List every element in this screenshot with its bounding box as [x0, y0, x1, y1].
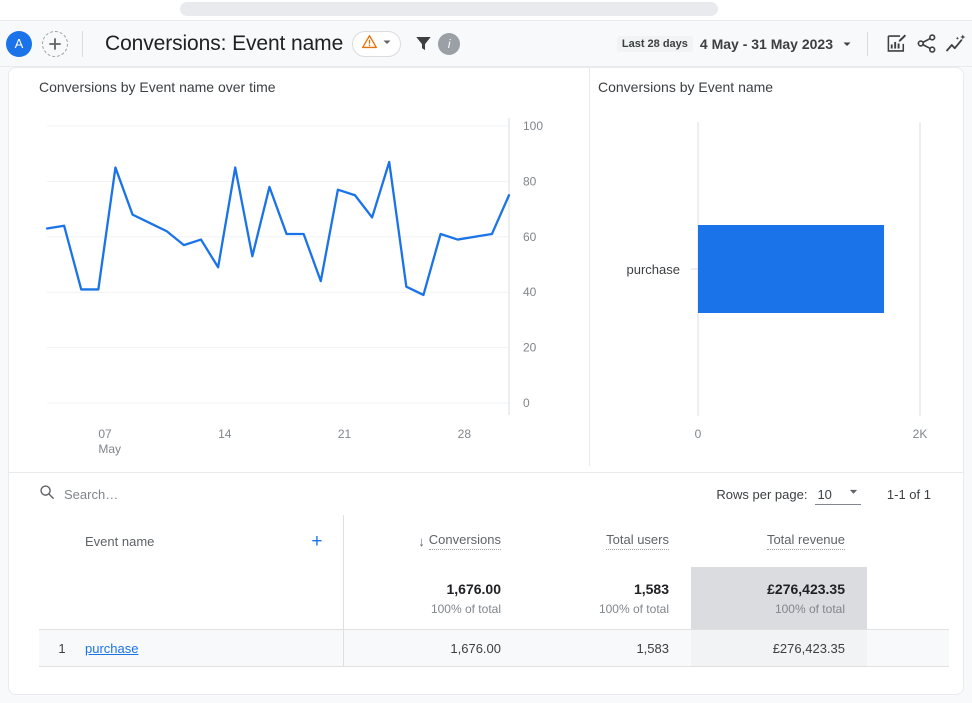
row-dimension-link[interactable]: purchase — [85, 641, 138, 656]
totals-row: 1,676.00 100% of total 1,583 100% of tot… — [39, 567, 949, 630]
rows-per-page-select[interactable]: 10 — [815, 484, 861, 505]
bar-chart-panel: Conversions by Event name purchase 0 2K — [589, 68, 964, 466]
bar-chart-plot[interactable]: purchase 0 2K — [590, 98, 964, 458]
dimension-header-label: Event name — [85, 533, 155, 549]
totals-padding-cell — [867, 567, 949, 630]
user-initial-badge[interactable]: i — [438, 32, 461, 55]
line-chart-plot[interactable]: 0 20 40 60 80 100 07May 14 21 28 — [9, 98, 589, 458]
report-header: A Conversions: Event name i Last 28 days… — [0, 21, 972, 67]
table-body: 1,676.00 100% of total 1,583 100% of tot… — [39, 567, 949, 667]
x-tick-label: 2K — [913, 427, 928, 441]
row-rank: 1 — [58, 640, 66, 656]
search-box[interactable] — [39, 484, 284, 505]
totals-rank-cell — [39, 567, 85, 630]
y-tick-label: 0 — [523, 396, 530, 410]
date-range-text[interactable]: 4 May - 31 May 2023 — [700, 36, 833, 52]
avatar[interactable]: A — [6, 30, 32, 57]
totals-value: 1,676.00 — [446, 580, 502, 597]
row-metric-value: 1,583 — [636, 640, 669, 656]
rank-header — [39, 515, 85, 567]
header-divider-right — [867, 31, 868, 56]
date-range-badge: Last 28 days — [616, 35, 693, 52]
user-initial-badge-letter: i — [447, 36, 451, 51]
row-dimension-cell[interactable]: purchase — [85, 629, 344, 667]
row-rank-cell: 1 — [39, 629, 85, 667]
x-tick-sublabel: May — [98, 442, 121, 456]
row-total-revenue-cell: £276,423.35 — [691, 629, 867, 667]
report-data-table: Event name + ↓ Conversions Total users T… — [39, 515, 949, 667]
totals-value: 1,583 — [633, 580, 669, 597]
partial-search-bar-above[interactable] — [180, 2, 718, 16]
metric-header-conversions[interactable]: ↓ Conversions — [343, 515, 523, 567]
dimension-header-cell[interactable]: Event name + — [85, 515, 344, 567]
line-series-purchase[interactable] — [45, 160, 511, 297]
data-warning-chip[interactable] — [352, 30, 402, 57]
totals-conversions-cell: 1,676.00 100% of total — [343, 567, 523, 630]
edit-chart-icon[interactable] — [882, 30, 910, 58]
y-tick-label: 100 — [523, 119, 543, 133]
sort-descending-icon[interactable]: ↓ — [418, 534, 425, 549]
bar-purchase[interactable] — [698, 225, 885, 313]
y-tick-label: 20 — [523, 341, 537, 355]
chevron-down-icon[interactable] — [841, 38, 853, 50]
x-tick-label: 28 — [458, 427, 472, 441]
plus-circle-icon[interactable] — [42, 30, 68, 57]
insights-sparkline-icon[interactable] — [942, 30, 970, 58]
search-input[interactable] — [64, 486, 284, 502]
warning-triangle-icon — [361, 33, 378, 55]
x-tick-label: 0 — [695, 427, 702, 441]
line-chart-title: Conversions by Event name over time — [39, 79, 276, 95]
metric-header-label[interactable]: Conversions — [428, 532, 501, 550]
page-title: Conversions: Event name — [105, 31, 344, 55]
search-icon — [39, 484, 55, 505]
totals-subtext: 100% of total — [598, 601, 669, 616]
row-metric-value: £276,423.35 — [772, 640, 845, 656]
share-icon[interactable] — [912, 30, 940, 58]
chevron-down-icon — [381, 35, 393, 53]
row-padding-cell — [867, 629, 949, 667]
totals-total-users-cell: 1,583 100% of total — [523, 567, 691, 630]
line-chart-panel: Conversions by Event name over time 0 20 4… — [9, 68, 589, 466]
table-head: Event name + ↓ Conversions Total users T… — [39, 515, 949, 567]
header-padding-cell — [867, 515, 949, 567]
y-tick-label: 60 — [523, 230, 537, 244]
totals-total-revenue-cell: £276,423.35 100% of total — [691, 567, 867, 630]
pagination-range: 1-1 of 1 — [886, 486, 931, 502]
metric-header-label[interactable]: Total users — [606, 532, 669, 550]
y-tick-label: 40 — [523, 285, 537, 299]
caret-down-icon — [848, 484, 859, 502]
metric-header-label[interactable]: Total revenue — [766, 532, 845, 550]
row-conversions-cell: 1,676.00 — [343, 629, 523, 667]
totals-dimension-cell — [85, 567, 344, 630]
charts-row: Conversions by Event name over time 0 20 4… — [9, 68, 964, 466]
totals-subtext: 100% of total — [774, 601, 845, 616]
bar-chart-title: Conversions by Event name — [598, 79, 774, 95]
report-card: Conversions by Event name over time 0 20 4… — [8, 67, 964, 695]
x-tick-label: 07 — [98, 427, 112, 441]
x-tick-label: 14 — [218, 427, 232, 441]
rows-per-page-value: 10 — [817, 486, 832, 502]
rows-per-page-label: Rows per page: — [716, 486, 808, 502]
top-partial-strip — [0, 0, 972, 21]
header-divider-left — [82, 30, 83, 57]
totals-subtext: 100% of total — [430, 601, 501, 616]
x-tick-label: 21 — [338, 427, 352, 441]
table-row[interactable]: 1 purchase 1,676.00 1,583 £276,423.35 — [39, 629, 949, 667]
bar-category-label: purchase — [627, 262, 680, 277]
totals-value: £276,423.35 — [767, 580, 845, 597]
metric-header-total-revenue[interactable]: Total revenue — [691, 515, 867, 567]
metric-header-total-users[interactable]: Total users — [523, 515, 691, 567]
plus-icon[interactable]: + — [309, 532, 324, 551]
row-metric-value: 1,676.00 — [450, 640, 501, 656]
table-header-row: Event name + ↓ Conversions Total users T… — [39, 515, 949, 567]
table-toolbar: Rows per page: 10 1-1 of 1 — [9, 472, 963, 515]
y-tick-label: 80 — [523, 174, 537, 188]
avatar-initial: A — [14, 36, 24, 51]
funnel-icon[interactable] — [414, 34, 433, 53]
row-total-users-cell: 1,583 — [523, 629, 691, 667]
